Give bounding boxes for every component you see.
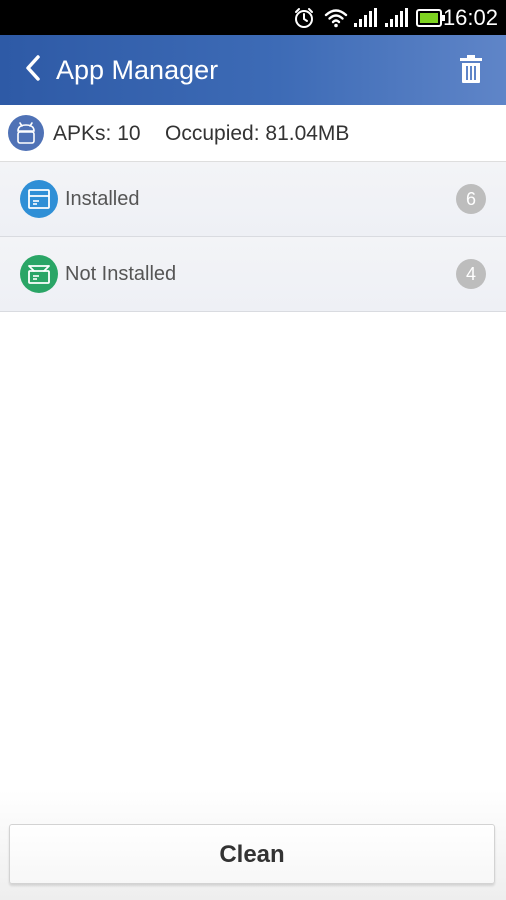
count-badge: 6 (456, 184, 486, 214)
apk-summary: APKs: 10 Occupied: 81.04MB (0, 105, 506, 162)
package-icon (20, 180, 58, 218)
category-installed[interactable]: Installed 6 (0, 162, 506, 237)
occupied-size: Occupied: 81.04MB (165, 122, 350, 145)
battery-icon (416, 8, 446, 28)
category-not-installed[interactable]: Not Installed 4 (0, 237, 506, 312)
category-label: Installed (65, 188, 140, 210)
category-label: Not Installed (65, 263, 177, 285)
signal-icon (383, 8, 409, 28)
package-open-icon (20, 255, 58, 293)
clean-button[interactable]: Clean (9, 824, 495, 884)
status-bar: 16:02 (0, 0, 506, 35)
trash-icon (458, 54, 484, 88)
page-title: App Manager (56, 55, 219, 85)
chevron-left-icon (24, 54, 42, 86)
signal-icon (352, 8, 378, 28)
wifi-icon (323, 8, 349, 28)
app-header: App Manager (0, 35, 506, 105)
back-button[interactable] (18, 55, 48, 85)
delete-button[interactable] (456, 55, 486, 87)
android-icon (8, 115, 44, 151)
count-badge: 4 (456, 259, 486, 289)
status-time: 16:02 (442, 5, 498, 30)
apk-count: APKs: 10 (53, 122, 141, 145)
alarm-icon (292, 8, 316, 28)
